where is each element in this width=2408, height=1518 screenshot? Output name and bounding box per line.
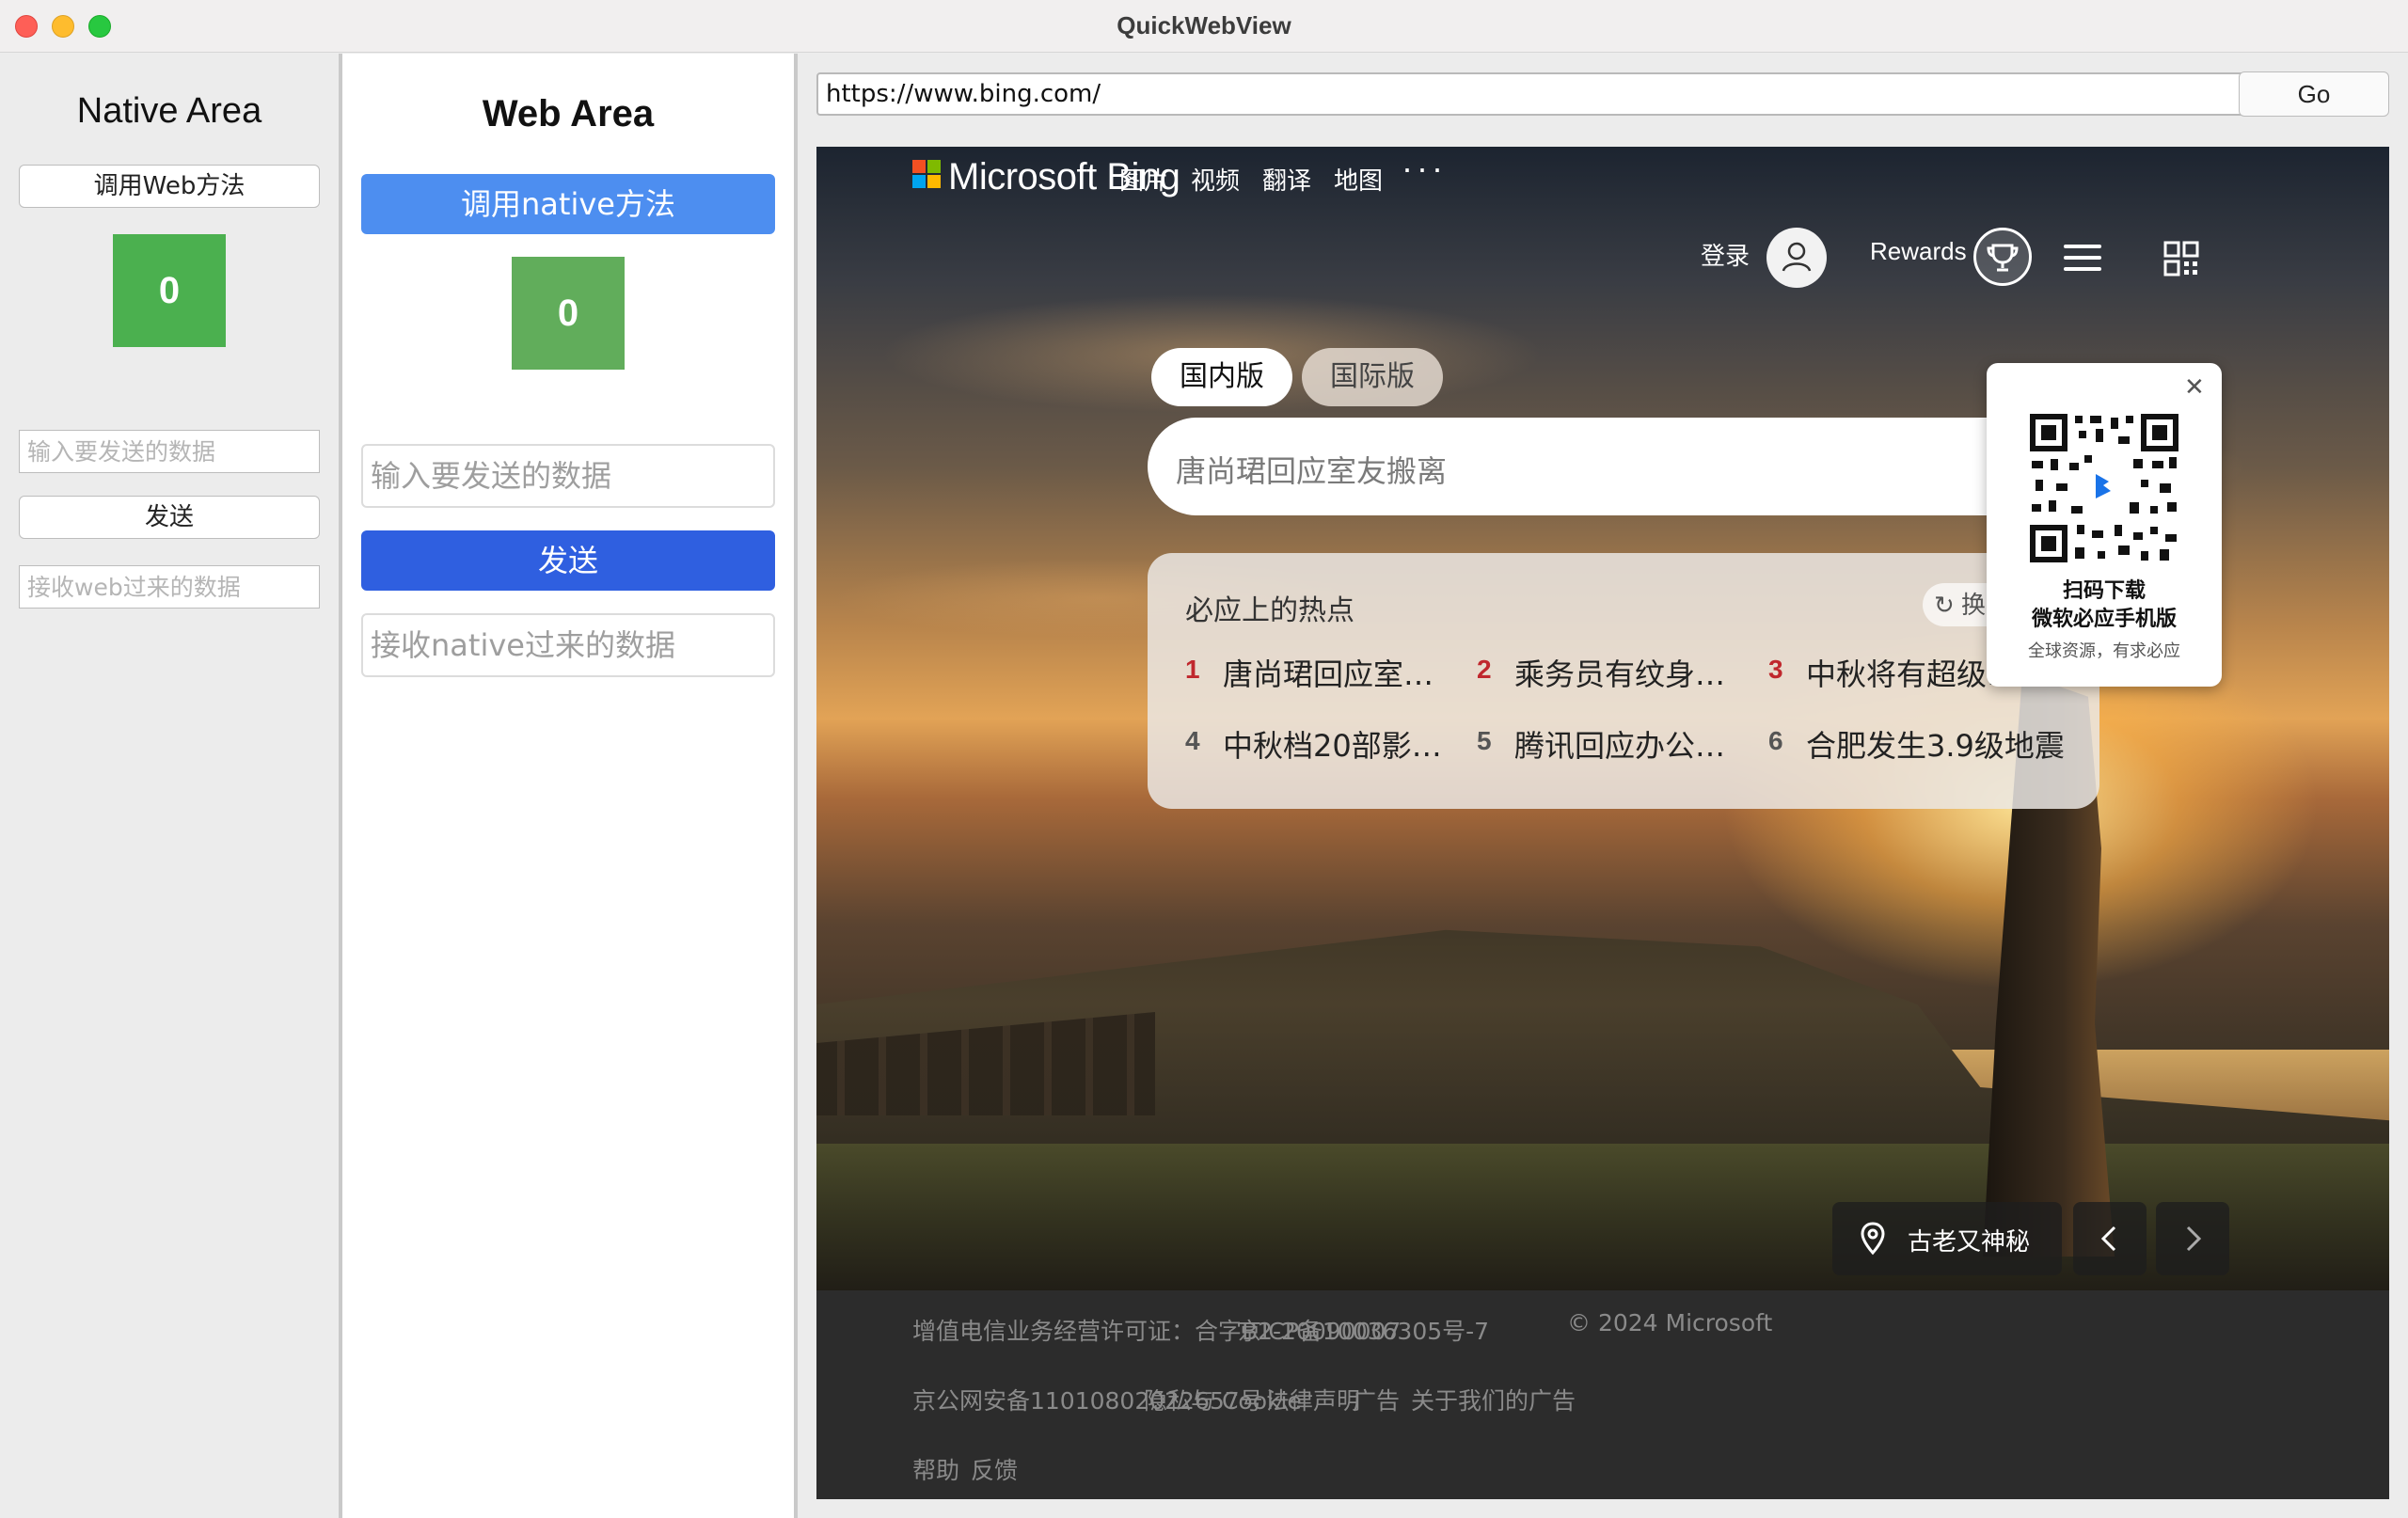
- web-view: Microsoft Bing 图片 视频 翻译 地图 ··· 登录 Reward…: [816, 147, 2389, 1499]
- qr-text-app: 微软必应手机版: [2031, 608, 2177, 631]
- rewards-link[interactable]: Rewards: [1870, 237, 1967, 266]
- footer-icp[interactable]: 京ICP备10036305号-7: [1238, 1313, 1489, 1347]
- browser-panel: Go Microsoft Bing 图片 视频 翻译 地图 ··· 登录 Rew…: [798, 54, 2408, 1518]
- trophy-icon[interactable]: [1973, 228, 2032, 286]
- tab-international[interactable]: 国际版: [1302, 348, 1443, 406]
- url-field[interactable]: [816, 72, 2246, 116]
- location-pin-icon: [1857, 1221, 1889, 1257]
- image-caption-button[interactable]: 古老又神秘: [1832, 1202, 2062, 1275]
- next-image-button[interactable]: [2156, 1202, 2229, 1275]
- hot-item[interactable]: 合肥发生3.9级地震: [1806, 722, 2069, 766]
- hot-rank: 6: [1768, 726, 1783, 755]
- footer: 增值电信业务经营许可证：合字B2-20090007 京ICP备10036305号…: [816, 1290, 2389, 1499]
- call-native-method-button[interactable]: 调用native方法: [361, 174, 775, 234]
- web-area-panel: Web Area 调用native方法 0 发送: [342, 54, 794, 1518]
- nav-translate[interactable]: 翻译: [1262, 162, 1311, 197]
- footer-copyright: © 2024 Microsoft: [1567, 1309, 1773, 1336]
- login-link[interactable]: 登录: [1701, 237, 1750, 272]
- chevron-right-icon: [2186, 1225, 2202, 1252]
- user-avatar-icon[interactable]: [1766, 228, 1827, 288]
- window-title: QuickWebView: [1117, 11, 1291, 40]
- native-area-panel: Native Area 调用Web方法 0 发送: [0, 54, 339, 1518]
- hot-rank: 1: [1185, 655, 1200, 684]
- web-receive-field[interactable]: [361, 613, 775, 677]
- nav-maps[interactable]: 地图: [1334, 162, 1383, 197]
- chevron-left-icon: [2100, 1225, 2116, 1252]
- web-send-input[interactable]: [361, 444, 775, 508]
- native-receive-field[interactable]: [19, 565, 320, 609]
- hot-rank: 2: [1477, 655, 1492, 684]
- hot-item[interactable]: 中秋档20部影片定档: [1223, 722, 1458, 766]
- close-icon[interactable]: ✕: [2184, 372, 2205, 402]
- qr-download-popup: ✕ 扫码下载 微软必应手机版 全球资源，有求必应: [1987, 363, 2222, 687]
- native-area-title: Native Area: [76, 91, 262, 131]
- hot-topics-card: 必应上的热点 ↻ 换一换 1 唐尚珺回应室友搬离 2 乘务员有纹身将被解雇 3 …: [1148, 553, 2099, 809]
- hot-item[interactable]: 乘务员有纹身将被解雇: [1514, 651, 1750, 694]
- hot-topics-title: 必应上的热点: [1185, 594, 1354, 627]
- footer-help[interactable]: 帮助: [912, 1452, 959, 1486]
- hot-rank: 3: [1768, 655, 1783, 684]
- nav-images[interactable]: 图片: [1119, 162, 1168, 197]
- call-web-method-button[interactable]: 调用Web方法: [19, 165, 320, 208]
- qr-text-slogan: 全球资源，有求必应: [2028, 641, 2180, 661]
- image-caption-text: 古老又神秘: [1908, 1228, 2031, 1257]
- footer-feedback[interactable]: 反馈: [971, 1452, 1018, 1486]
- hot-item[interactable]: 唐尚珺回应室友搬离: [1223, 651, 1458, 694]
- hot-rank: 4: [1185, 726, 1200, 755]
- qr-code-image: [2028, 412, 2180, 564]
- native-counter: 0: [113, 234, 226, 347]
- native-send-button[interactable]: 发送: [19, 496, 320, 539]
- previous-image-button[interactable]: [2073, 1202, 2147, 1275]
- hamburger-menu-icon[interactable]: [2064, 245, 2101, 271]
- hot-rank: 5: [1477, 726, 1492, 755]
- qr-text-scan: 扫码下载: [2062, 579, 2146, 603]
- nav-videos[interactable]: 视频: [1191, 162, 1240, 197]
- nav-more-icon[interactable]: ···: [1402, 149, 1447, 188]
- go-button[interactable]: Go: [2239, 71, 2389, 117]
- tab-domestic[interactable]: 国内版: [1151, 348, 1292, 406]
- microsoft-logo-icon[interactable]: [912, 160, 941, 188]
- web-area-title: Web Area: [482, 93, 655, 134]
- web-send-button[interactable]: 发送: [361, 530, 775, 591]
- ground: [816, 1144, 2389, 1294]
- qr-code-icon[interactable]: [2163, 241, 2199, 277]
- hot-item[interactable]: 腾讯回应办公室不可睡觉: [1514, 722, 1750, 766]
- title-bar: QuickWebView: [0, 0, 2408, 53]
- footer-about-ads[interactable]: 关于我们的广告: [1411, 1383, 1576, 1416]
- search-suggestion-text: 唐尚珺回应室友搬离: [1176, 453, 1448, 489]
- footer-ads[interactable]: 广告: [1353, 1383, 1400, 1416]
- web-counter: 0: [512, 257, 625, 370]
- native-send-input[interactable]: [19, 430, 320, 473]
- search-box[interactable]: 唐尚珺回应室友搬离: [1148, 418, 2088, 515]
- footer-legal[interactable]: 法律声明: [1266, 1383, 1360, 1416]
